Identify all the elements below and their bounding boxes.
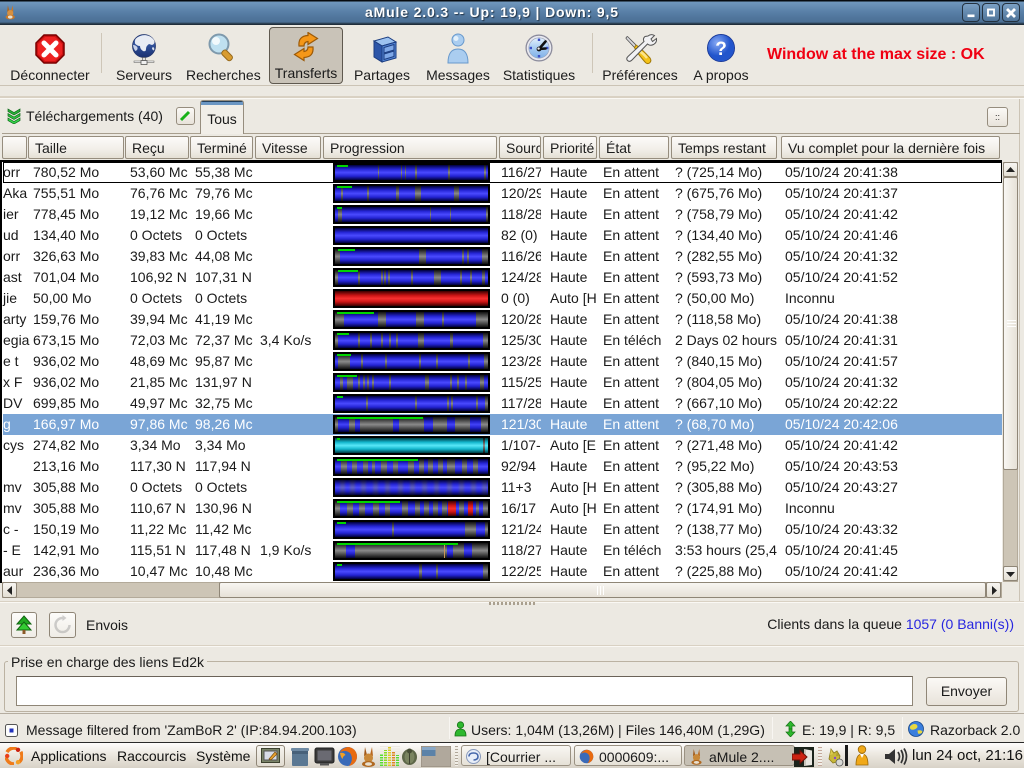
svg-text:?: ? <box>715 39 727 60</box>
